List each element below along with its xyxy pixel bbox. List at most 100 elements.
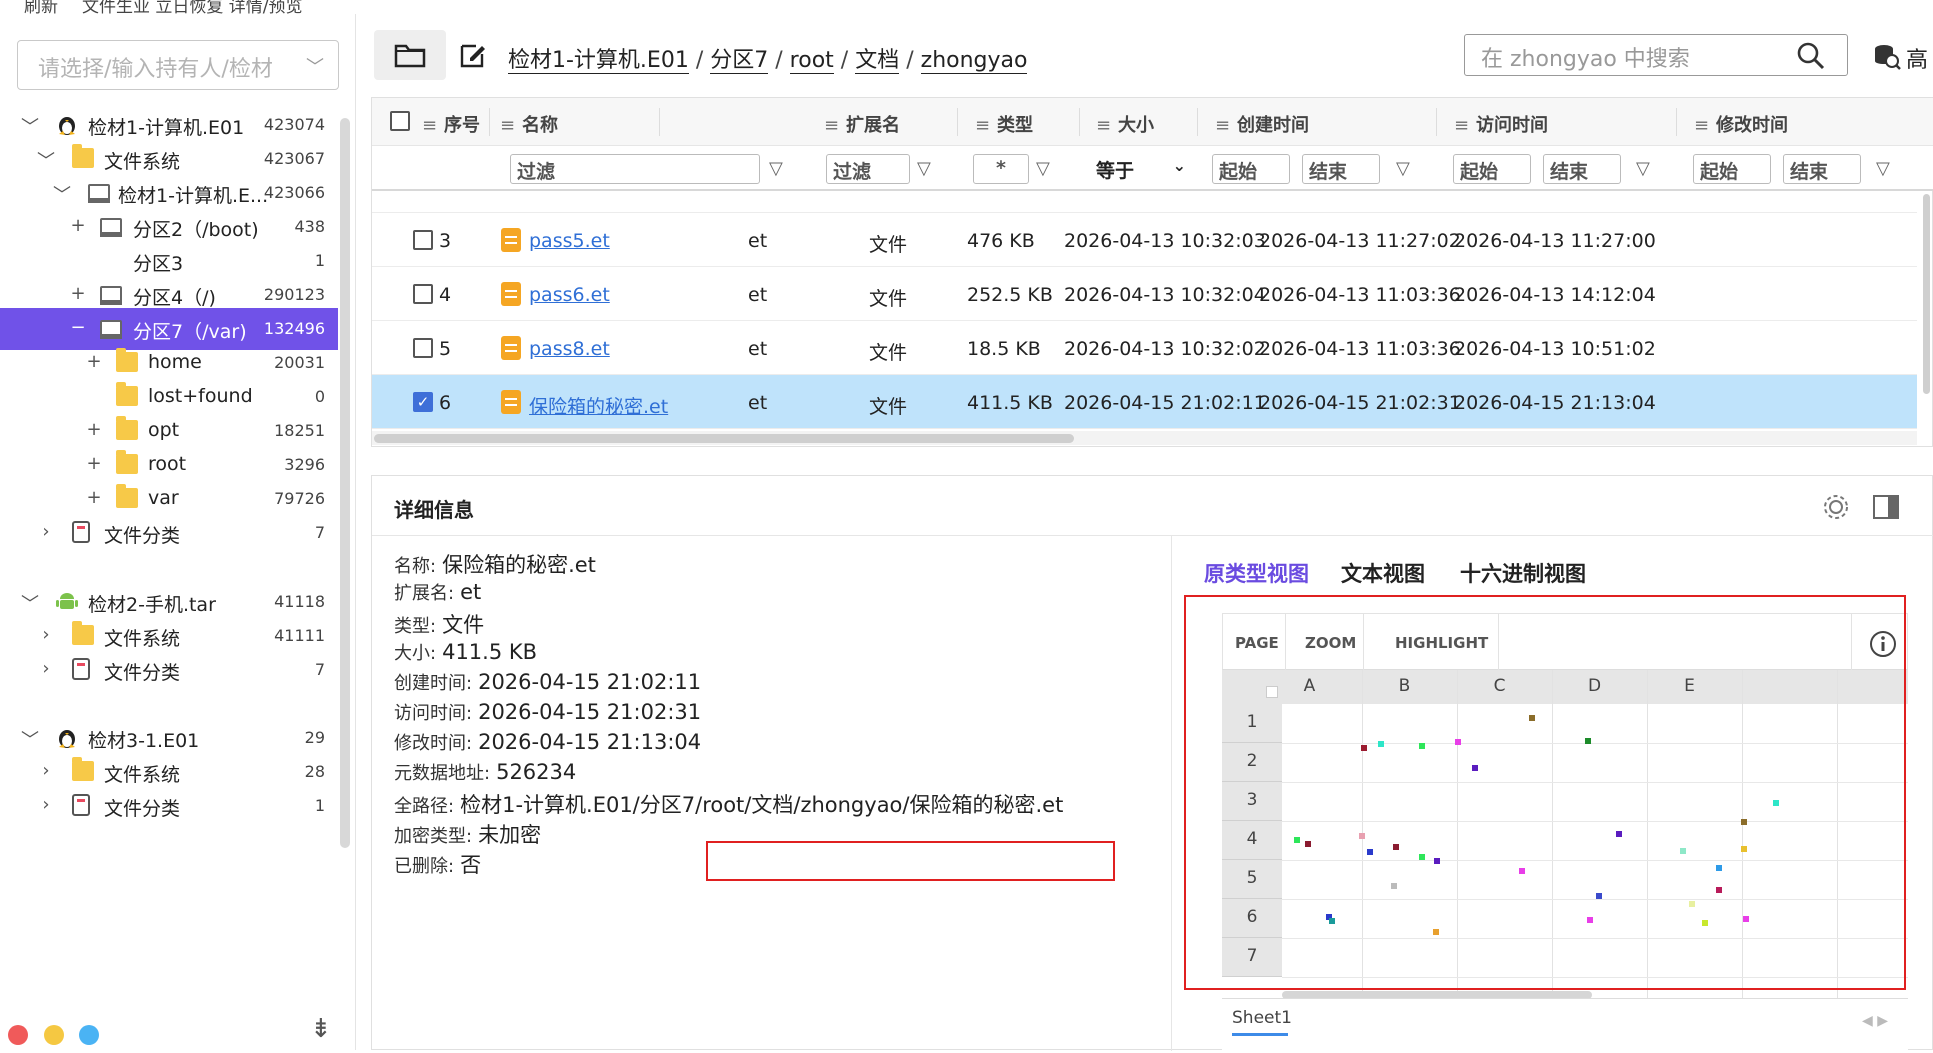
breadcrumb-item[interactable]: root (789, 48, 834, 74)
created-start-input[interactable]: 起始 (1212, 154, 1290, 184)
expand-icon[interactable]: + (84, 487, 104, 508)
expand-icon[interactable]: + (84, 351, 104, 372)
filter-icon[interactable]: ▽ (1396, 158, 1410, 179)
filter-icon[interactable]: ▽ (769, 158, 783, 179)
property-row: 类型: 文件 (394, 609, 484, 639)
search-icon[interactable] (1796, 41, 1826, 76)
row-checkbox[interactable] (413, 338, 433, 358)
breadcrumb-item[interactable]: 分区7 (710, 48, 769, 74)
table-row[interactable]: 4 pass6.et et 文件 252.5 KB 2026-04-13 10:32:04… (372, 267, 1917, 321)
tree-item-label: 文件分类 (104, 662, 181, 684)
col-header-type[interactable]: ≡ 类型 (975, 111, 1033, 137)
edit-path-icon[interactable] (458, 40, 488, 75)
col-header-size[interactable]: ≡ 大小 (1096, 111, 1154, 137)
table-row[interactable]: 5 pass8.et et 文件 18.5 KB 2026-04-13 10:32:02 2… (372, 321, 1917, 375)
tab-text-view[interactable]: 文本视图 (1341, 558, 1425, 588)
property-value: 文件 (442, 613, 485, 637)
chevron-icon[interactable]: ﹀ (20, 590, 40, 616)
type-filter-input[interactable]: * (973, 154, 1029, 184)
size-filter-select[interactable]: 等于 ⌄ (1090, 154, 1190, 184)
col-header-created[interactable]: ≡ 创建时间 (1215, 111, 1309, 137)
modified-end-input[interactable]: 结束 (1783, 154, 1861, 184)
chevron-icon[interactable]: › (36, 658, 56, 679)
cell-type: 文件 (869, 288, 908, 310)
sheet-tab[interactable]: Sheet1 (1232, 1008, 1292, 1028)
owner-select[interactable]: 请选择/输入持有人/检材 ﹀ (17, 40, 339, 90)
accessed-end-input[interactable]: 结束 (1543, 154, 1621, 184)
ext-filter-input[interactable]: 过滤 (826, 154, 910, 184)
filter-icon[interactable]: ▽ (1876, 158, 1890, 179)
cell-name-link[interactable]: 保险箱的秘密.et (529, 392, 668, 419)
tree-item-label: home (148, 351, 202, 373)
accessed-start-input[interactable]: 起始 (1453, 154, 1531, 184)
tree-item-count: 1 (314, 251, 325, 270)
sheet-nav-arrows-icon[interactable]: ◀ ▶ (1862, 1013, 1888, 1029)
name-filter-input[interactable]: 过滤 (510, 154, 760, 184)
expand-icon[interactable]: + (68, 283, 88, 304)
refresh-label[interactable]: 刷新 (24, 0, 58, 14)
row-checkbox[interactable]: ✓ (413, 392, 433, 412)
col-header-no[interactable]: ≡ 序号 (422, 111, 480, 137)
collapse-tree-icon[interactable]: ⇟ (310, 1014, 332, 1044)
breadcrumb-item[interactable]: 文档 (855, 48, 900, 74)
chevron-icon[interactable]: ﹀ (20, 726, 40, 752)
toggle-panel-icon[interactable] (1872, 494, 1900, 525)
chevron-icon[interactable]: ﹀ (36, 147, 56, 173)
cell-name-link[interactable]: pass5.et (529, 230, 610, 252)
tree-item[interactable]: › 文件分类 7 (0, 649, 338, 691)
chevron-icon[interactable]: › (36, 624, 56, 645)
tab-hex-view[interactable]: 十六进制视图 (1460, 558, 1586, 588)
cell-name-link[interactable]: pass8.et (529, 338, 610, 360)
created-end-input[interactable]: 结束 (1302, 154, 1380, 184)
expand-icon[interactable]: + (84, 453, 104, 474)
breadcrumb-item[interactable]: 检材1-计算机.E01 (508, 48, 689, 74)
filter-icon[interactable]: ▽ (1036, 158, 1050, 179)
col-header-accessed[interactable]: ≡ 访问时间 (1454, 111, 1548, 137)
expand-icon[interactable]: + (68, 215, 88, 236)
grid-vscroll-thumb[interactable] (1923, 194, 1930, 394)
table-row[interactable]: ✓ 6 保险箱的秘密.et et 文件 411.5 KB 2026-04-15 21:02:… (372, 375, 1917, 429)
tree-scrollbar[interactable] (340, 118, 350, 848)
filter-icon[interactable]: ▽ (917, 158, 931, 179)
tree-item[interactable]: › 文件分类 7 (0, 512, 338, 554)
chevron-icon[interactable]: › (36, 794, 56, 815)
advanced-search-icon[interactable] (1872, 41, 1902, 76)
property-value: et (460, 580, 482, 604)
select-all-checkbox[interactable] (390, 111, 410, 131)
android-icon (56, 590, 78, 612)
row-checkbox[interactable] (413, 230, 433, 250)
advanced-search-label[interactable]: 高 (1906, 42, 1928, 74)
col-header-modified[interactable]: ≡ 修改时间 (1694, 111, 1788, 137)
yellow-dot-icon[interactable] (44, 1025, 64, 1045)
search-input[interactable]: 在 zhongyao 中搜索 (1464, 34, 1848, 76)
top-toolbar-text: 文件生业 立日恢复 详情/预览 (82, 0, 303, 14)
chevron-icon[interactable]: › (36, 521, 56, 542)
tab-native-view[interactable]: 原类型视图 (1204, 558, 1309, 588)
cell-type: 文件 (869, 396, 908, 418)
chevron-icon[interactable]: › (36, 760, 56, 781)
expand-icon[interactable]: + (84, 419, 104, 440)
grid-hscroll-thumb[interactable] (374, 434, 1074, 443)
filter-icon[interactable]: ▽ (1636, 158, 1650, 179)
collapse-icon[interactable]: − (68, 317, 88, 338)
tree-item-label: 文件系统 (104, 628, 181, 650)
chevron-down-icon[interactable]: ﹀ (306, 53, 324, 79)
chevron-icon[interactable]: ﹀ (20, 113, 40, 139)
folder-icon (394, 44, 426, 68)
table-row[interactable]: 3 pass5.et et 文件 476 KB 2026-04-13 10:32:03 20… (372, 213, 1917, 267)
col-header-name[interactable]: ≡ 名称 (500, 111, 558, 137)
breadcrumb-item[interactable]: zhongyao (920, 48, 1028, 74)
chevron-icon[interactable]: ﹀ (52, 181, 72, 207)
tree-item-label: var (148, 487, 179, 509)
property-label: 加密类型: (394, 826, 473, 847)
tree-item-count: 41118 (274, 592, 325, 611)
folder-button[interactable] (374, 30, 446, 80)
modified-start-input[interactable]: 起始 (1693, 154, 1771, 184)
blue-dot-icon[interactable] (79, 1025, 99, 1045)
gear-icon[interactable] (1822, 493, 1850, 526)
row-checkbox[interactable] (413, 284, 433, 304)
red-dot-icon[interactable] (8, 1025, 28, 1045)
col-header-ext[interactable]: ≡ 扩展名 (824, 111, 900, 137)
tree-item[interactable]: › 文件分类 1 (0, 785, 338, 827)
cell-name-link[interactable]: pass6.et (529, 284, 610, 306)
